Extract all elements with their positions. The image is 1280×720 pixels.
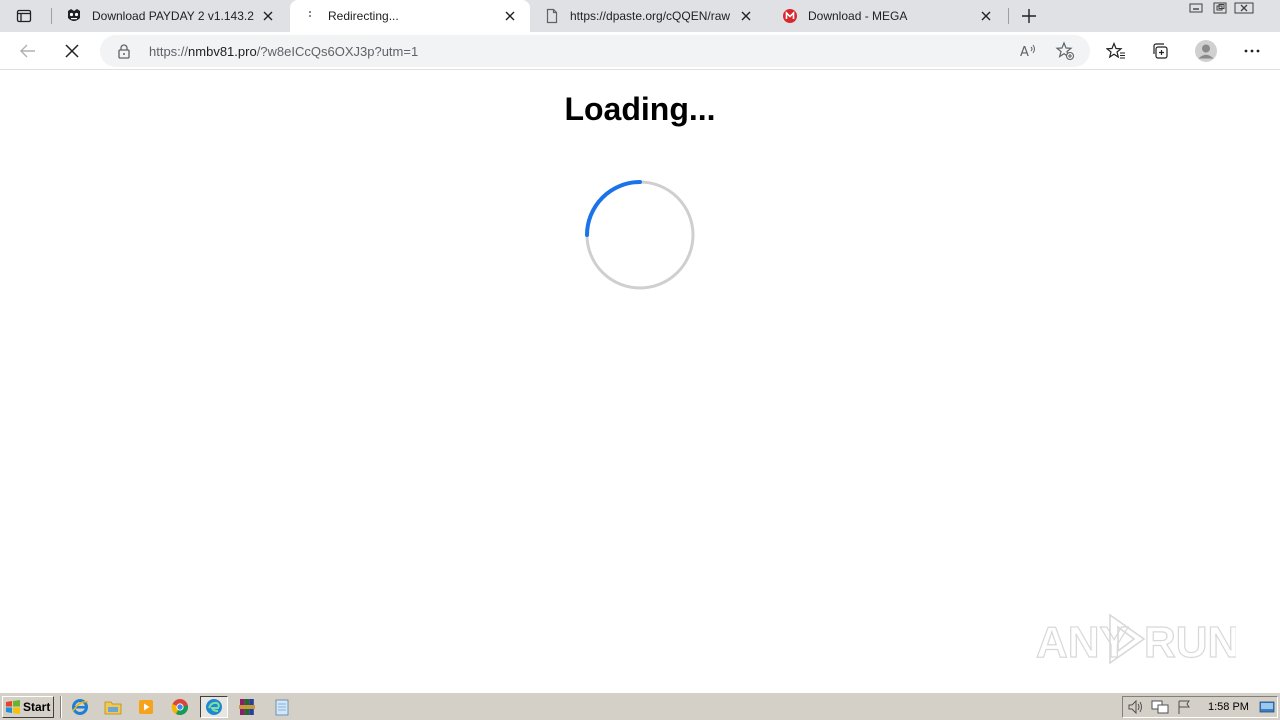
taskbar-edge[interactable]	[200, 696, 228, 718]
minimize-button[interactable]	[1184, 0, 1208, 16]
windows-logo-icon	[6, 700, 20, 714]
network-tray-button[interactable]	[1150, 698, 1170, 716]
edge-icon	[206, 699, 222, 715]
tab-title: https://dpaste.org/cQQEN/raw	[570, 9, 731, 23]
close-icon[interactable]	[978, 8, 994, 24]
system-tray	[1122, 696, 1278, 718]
loading-dots-icon	[302, 8, 318, 24]
more-horizontal-icon	[1244, 49, 1260, 53]
folder-icon	[104, 701, 122, 715]
action-center-tray-button[interactable]	[1174, 698, 1194, 716]
profile-button[interactable]	[1192, 37, 1220, 65]
address-bar[interactable]: https://nmbv81.pro/?w8eICcQs6OXJ3p?utm=1…	[100, 35, 1090, 67]
volume-icon	[1128, 699, 1142, 715]
taskbar-notepad[interactable]	[268, 696, 296, 718]
add-favorite-button[interactable]	[1055, 41, 1075, 61]
read-aloud-button[interactable]: A	[1018, 41, 1038, 61]
browser-toolbar: https://nmbv81.pro/?w8eICcQs6OXJ3p?utm=1…	[0, 32, 1280, 70]
tab-title: Download - MEGA	[808, 9, 908, 23]
url-path: /?w8eICcQs6OXJ3p?utm=1	[256, 44, 419, 59]
read-aloud-icon: A	[1020, 44, 1035, 59]
tab-separator	[51, 8, 52, 24]
favorites-icon	[1106, 42, 1125, 59]
taskbar-winrar[interactable]	[233, 696, 261, 718]
avatar-icon	[1195, 40, 1217, 62]
collections-button[interactable]	[1146, 37, 1174, 65]
close-icon[interactable]	[738, 8, 754, 24]
lock-icon[interactable]	[116, 43, 132, 59]
window-close-button[interactable]	[1232, 0, 1256, 16]
start-label: Start	[23, 700, 51, 714]
tab-mega[interactable]: Download - MEGA	[770, 0, 1006, 32]
start-button[interactable]: Start	[2, 696, 54, 718]
windows-taskbar: Start 1:58 PM	[0, 692, 1280, 720]
tab-redirecting[interactable]: Redirecting...	[290, 0, 530, 32]
tab-actions-icon	[16, 9, 32, 23]
tab-separator	[1008, 8, 1009, 24]
payday-mask-icon	[66, 8, 82, 24]
watermark-run: RUN	[1144, 618, 1236, 667]
tab-dpaste[interactable]: https://dpaste.org/cQQEN/raw	[532, 0, 766, 32]
minimize-icon	[1189, 3, 1203, 13]
page-content: Loading... ANY RUN	[0, 71, 1280, 692]
tab-title: Redirecting...	[328, 9, 399, 23]
taskbar-media-player[interactable]	[132, 696, 160, 718]
network-icon	[1151, 700, 1169, 714]
page-icon	[544, 8, 560, 24]
tab-payday[interactable]: Download PAYDAY 2 v1.143.230	[54, 0, 288, 32]
taskbar-chrome[interactable]	[166, 696, 194, 718]
arrow-left-icon	[20, 44, 35, 58]
url-text[interactable]: https://nmbv81.pro/?w8eICcQs6OXJ3p?utm=1	[149, 44, 418, 59]
url-host: nmbv81.pro	[188, 44, 257, 59]
flag-icon	[1178, 700, 1190, 714]
window-controls	[1184, 0, 1256, 18]
svg-text:A: A	[1020, 45, 1029, 59]
close-icon	[65, 44, 79, 58]
clock[interactable]: 1:58 PM	[1208, 701, 1249, 713]
plus-icon	[1022, 9, 1036, 23]
collections-icon	[1153, 43, 1168, 59]
mega-icon	[782, 8, 798, 24]
tab-actions-button[interactable]	[8, 4, 40, 28]
star-add-icon	[1055, 41, 1075, 61]
back-button[interactable]	[14, 37, 42, 65]
close-icon[interactable]	[502, 8, 518, 24]
stop-loading-button[interactable]	[58, 37, 86, 65]
restore-icon	[1213, 2, 1227, 14]
close-icon[interactable]	[260, 8, 276, 24]
url-scheme: https://	[149, 44, 189, 59]
loading-spinner	[585, 180, 695, 290]
close-icon	[1234, 2, 1254, 14]
restore-button[interactable]	[1208, 0, 1232, 16]
taskbar-explorer[interactable]	[99, 696, 127, 718]
tab-title: Download PAYDAY 2 v1.143.230	[92, 9, 254, 23]
internet-explorer-icon	[72, 699, 89, 715]
new-tab-button[interactable]	[1018, 5, 1040, 27]
page-title: Loading...	[564, 91, 716, 127]
desktop-icon	[1259, 701, 1275, 713]
chrome-icon	[171, 699, 188, 715]
volume-tray-button[interactable]	[1126, 698, 1146, 716]
show-desktop-button[interactable]	[1257, 698, 1277, 716]
notepad-icon	[275, 699, 289, 716]
taskbar-separator	[60, 696, 62, 718]
tab-strip: Download PAYDAY 2 v1.143.230 Redirecting…	[0, 0, 1280, 32]
spinner-arc	[585, 180, 642, 237]
media-player-icon	[139, 700, 153, 714]
taskbar-ie[interactable]	[66, 696, 94, 718]
favorites-button[interactable]	[1102, 37, 1130, 65]
anyrun-watermark: ANY RUN	[1036, 613, 1236, 668]
winrar-icon	[239, 699, 255, 715]
settings-menu-button[interactable]	[1238, 37, 1266, 65]
